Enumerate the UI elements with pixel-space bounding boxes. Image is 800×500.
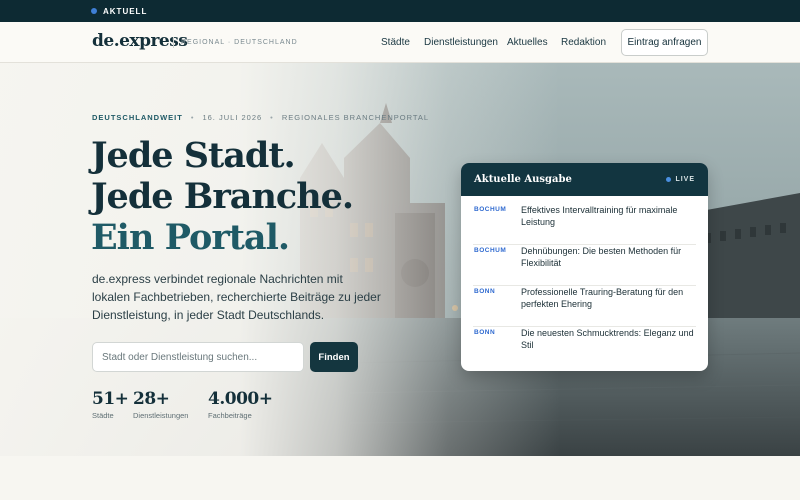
nav-link-redaktion[interactable]: Redaktion <box>561 37 606 48</box>
item-title: Die neuesten Schmucktrends: Eleganz und … <box>521 328 694 350</box>
hero-meta: DEUTSCHLANDWEIT • 16. JULI 2026 • REGION… <box>92 113 429 122</box>
item-title: Effektives Intervalltraining für maximal… <box>521 205 678 227</box>
item-title: Professionelle Trauring-Beratung für den… <box>521 287 684 309</box>
announcement-label: AKTUELL <box>103 6 148 16</box>
stat-label: Städte <box>92 411 114 420</box>
stat-services: 28+ Dienstleistungen <box>133 389 188 420</box>
card-list-item[interactable]: BOCHUM Dehnübungen: Die besten Methoden … <box>473 245 696 286</box>
headline-line-1: Jede Stadt. <box>91 135 296 176</box>
nav-link-aktuelles[interactable]: Aktuelles <box>507 37 548 48</box>
hero-scope: DEUTSCHLANDWEIT <box>92 113 183 122</box>
hero-type: REGIONALES BRANCHENPORTAL <box>281 113 430 122</box>
request-entry-button[interactable]: Eintrag anfragen <box>621 29 708 56</box>
nav-link-staedte[interactable]: Städte <box>381 37 410 48</box>
item-title: Dehnübungen: Die besten Methoden für Fle… <box>521 246 682 268</box>
stat-label: Dienstleistungen <box>133 411 189 420</box>
item-city: BOCHUM <box>474 247 507 254</box>
hero-date: 16. JULI 2026 <box>202 113 263 122</box>
stat-cities: 51+ Städte <box>92 389 129 420</box>
content-section-start <box>0 456 800 500</box>
stat-articles: 4.000+ Fachbeiträge <box>208 389 273 420</box>
item-city: BOCHUM <box>474 206 507 213</box>
live-dot-icon <box>91 8 97 14</box>
live-dot-icon <box>666 177 672 182</box>
live-label: LIVE <box>675 176 695 183</box>
item-city: BONN <box>474 329 496 336</box>
card-list-item[interactable]: BOCHUM Effektives Intervalltraining für … <box>473 204 696 245</box>
card-title: Aktuelle Ausgabe <box>474 174 572 185</box>
stat-label: Fachbeiträge <box>208 411 252 420</box>
stat-value: 4.000+ <box>208 389 273 409</box>
live-badge: LIVE <box>666 176 695 183</box>
nav-link-dienstleistungen[interactable]: Dienstleistungen <box>424 37 498 48</box>
stat-value: 28+ <box>133 389 170 409</box>
meta-separator: • <box>270 113 274 122</box>
hero-headline: Jede Stadt. Jede Branche. Ein Portal. <box>91 135 354 258</box>
card-header: Aktuelle Ausgabe LIVE <box>461 163 708 196</box>
site-tagline: REGIONAL · DEUTSCHLAND <box>173 37 298 48</box>
card-list-item[interactable]: BONN Professionelle Trauring-Beratung fü… <box>473 286 696 327</box>
headline-line-2: Jede Branche. <box>91 176 354 217</box>
current-edition-card: Aktuelle Ausgabe LIVE BOCHUM Effektives … <box>461 163 708 371</box>
main-navbar: de.express REGIONAL · DEUTSCHLAND Städte… <box>0 22 800 63</box>
stat-value: 51+ <box>92 389 129 409</box>
meta-separator: • <box>190 113 195 122</box>
hero-section: DEUTSCHLANDWEIT • 16. JULI 2026 • REGION… <box>0 63 800 456</box>
card-list-item[interactable]: BONN Die neuesten Schmucktrends: Eleganz… <box>473 327 696 368</box>
hero-lead: de.express verbindet regionale Nachricht… <box>92 272 381 322</box>
search-button[interactable]: Finden <box>310 342 358 372</box>
item-city: BONN <box>474 288 496 295</box>
search-input[interactable] <box>92 342 304 372</box>
announcement-bar: AKTUELL <box>0 0 800 22</box>
headline-line-3: Ein Portal. <box>91 217 290 258</box>
